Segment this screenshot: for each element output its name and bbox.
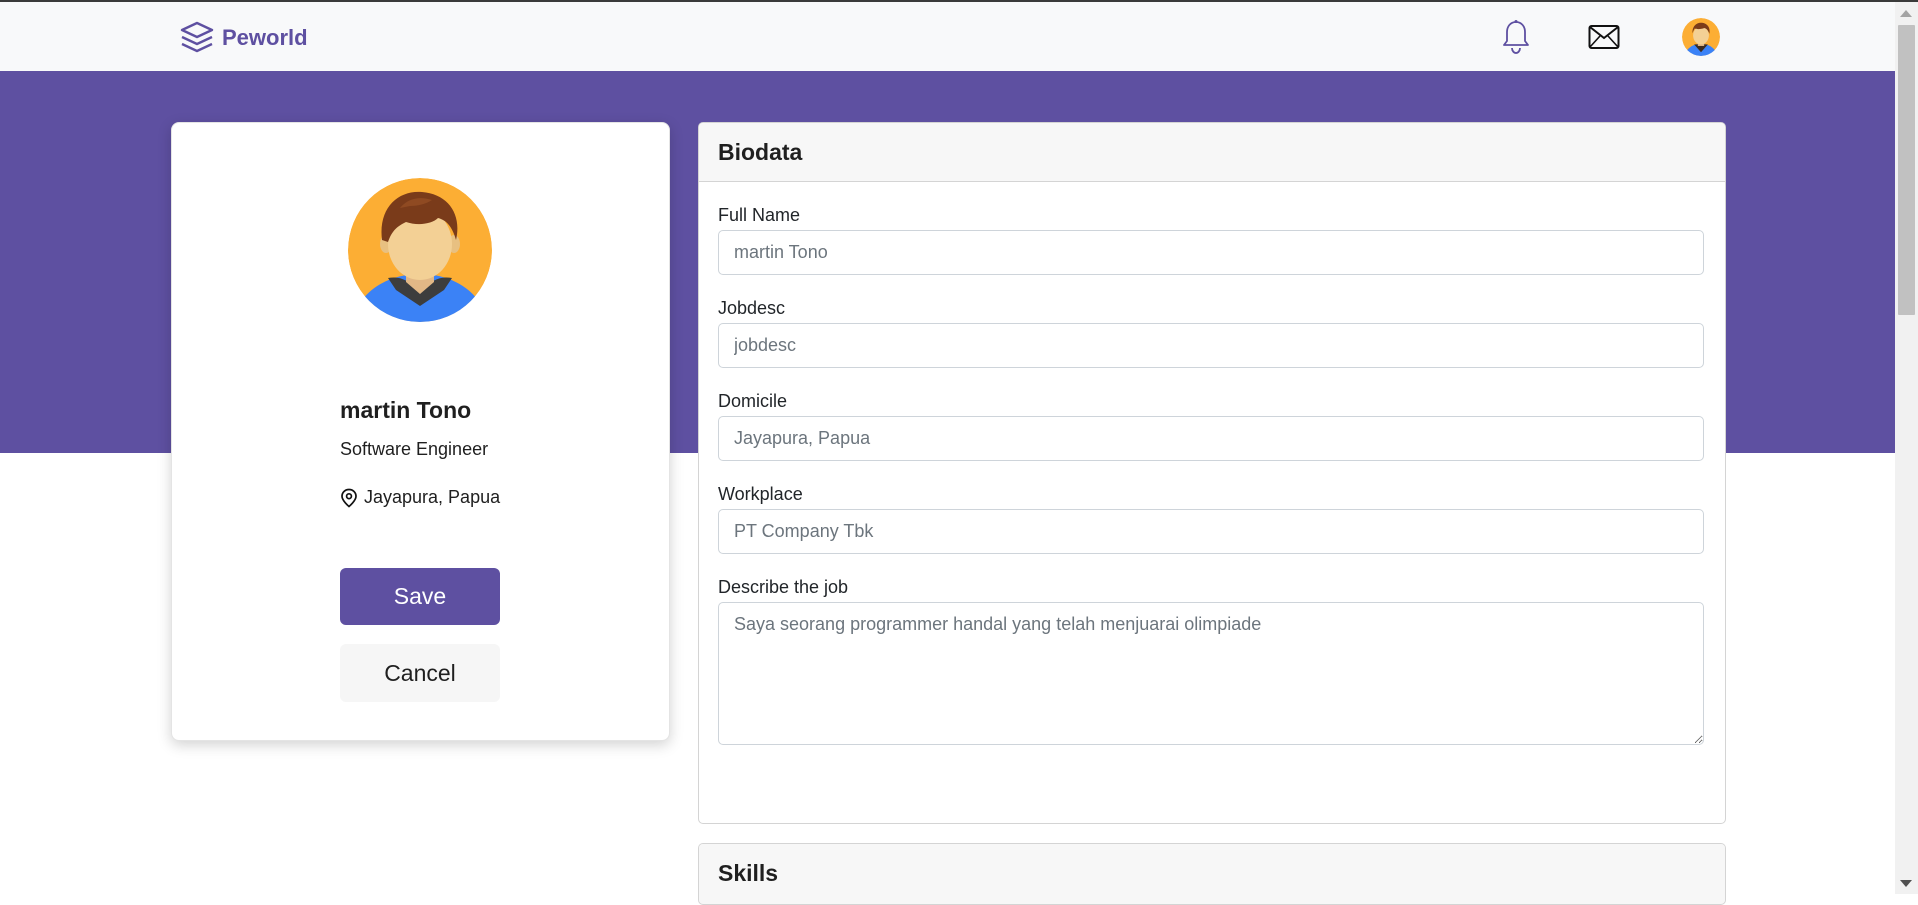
profile-location-text: Jayapura, Papua [364, 487, 501, 507]
avatar-image [1682, 18, 1720, 56]
skills-card: Skills [698, 843, 1726, 905]
domicile-label: Domicile [718, 391, 788, 411]
skills-title: Skills [718, 860, 779, 886]
profile-avatar [348, 178, 492, 322]
brand-name: Peworld [222, 25, 308, 50]
save-button[interactable]: Save [340, 568, 500, 625]
biodata-header: Biodata [699, 123, 1725, 182]
biodata-card: Biodata Full Name Jobdesc Domicile Workp… [698, 122, 1726, 824]
cancel-button[interactable]: Cancel [340, 644, 500, 702]
map-pin-icon [341, 488, 357, 508]
workplace-input[interactable] [718, 509, 1704, 554]
jobdesc-input[interactable] [718, 323, 1704, 368]
profile-avatar-image [348, 178, 492, 322]
skills-header: Skills [699, 844, 1725, 903]
brand-logo[interactable]: Peworld [179, 20, 308, 56]
mail-button[interactable] [1588, 24, 1620, 50]
navbar: Peworld [0, 2, 1895, 71]
user-avatar[interactable] [1682, 18, 1720, 56]
full-name-input[interactable] [718, 230, 1704, 275]
profile-job-title: Software Engineer [340, 439, 489, 459]
bell-icon [1503, 20, 1529, 54]
describe-job-label: Describe the job [718, 577, 849, 597]
scroll-down-arrow-icon[interactable] [1900, 880, 1912, 887]
workplace-label: Workplace [718, 484, 803, 504]
full-name-label: Full Name [718, 205, 801, 225]
domicile-input[interactable] [718, 416, 1704, 461]
mail-icon [1588, 25, 1620, 49]
scroll-up-arrow-icon[interactable] [1900, 10, 1912, 17]
notification-button[interactable] [1500, 19, 1532, 55]
profile-card: martin Tono Software Engineer Jayapura, … [171, 122, 670, 741]
biodata-title: Biodata [718, 138, 803, 165]
profile-location: Jayapura, Papua [340, 487, 500, 508]
describe-job-textarea[interactable] [718, 602, 1704, 745]
profile-name: martin Tono [340, 397, 472, 423]
scrollbar-thumb[interactable] [1898, 25, 1915, 315]
jobdesc-label: Jobdesc [718, 298, 786, 318]
layers-logo-icon [180, 21, 214, 53]
